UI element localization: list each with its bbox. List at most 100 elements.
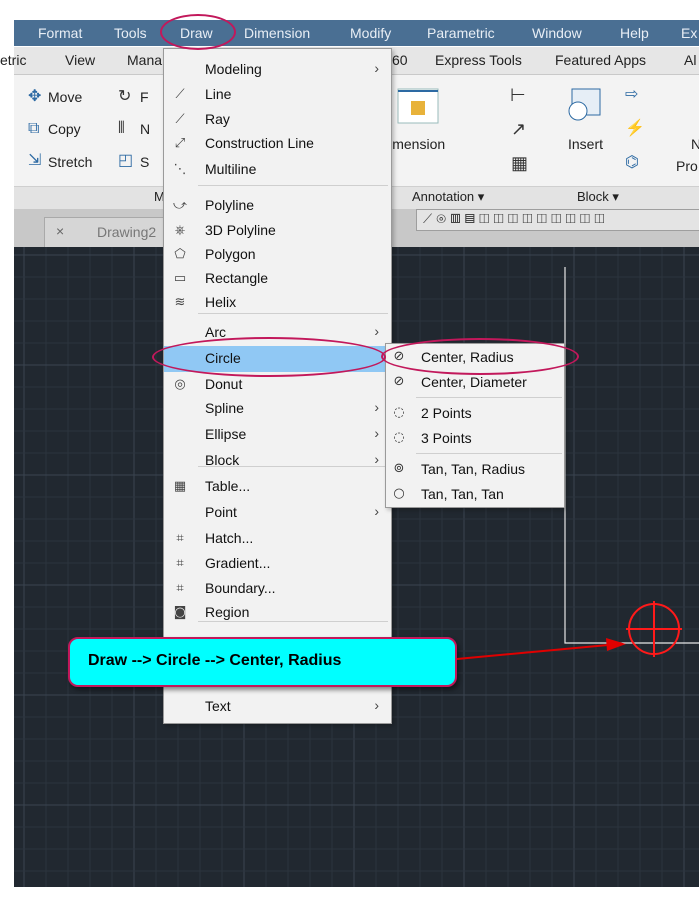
circle-option-tan-tan-radius[interactable]: ⊚ Tan, Tan, Radius	[386, 458, 564, 482]
edit-block-icon[interactable]: ⚡	[625, 121, 645, 137]
stretch-button[interactable]: Stretch	[48, 154, 92, 170]
annotation-panel-label[interactable]: Annotation ▾	[412, 189, 484, 205]
menu-modify[interactable]: Modify	[350, 20, 391, 46]
circle-option-label: Tan, Tan, Radius	[421, 461, 526, 477]
create-block-icon[interactable]: ⇨	[625, 87, 638, 103]
draw-menu-label: Region	[205, 604, 250, 620]
drawing-tab-label: Drawing2	[97, 224, 157, 240]
center-radius-highlight-ring	[381, 338, 579, 375]
submenu-arrow-icon: ›	[374, 503, 379, 519]
move-button[interactable]: Move	[48, 89, 82, 105]
tab-view[interactable]: View	[65, 47, 95, 74]
draw-menu-item-polyline[interactable]: ⤻ Polyline	[164, 193, 391, 219]
draw-menu-item-ray[interactable]: ⟋ Ray	[164, 107, 391, 133]
polyline-icon: ⤻	[173, 198, 187, 213]
move-icon: ✥	[28, 88, 42, 105]
draw-menu-label: Modeling	[205, 61, 262, 77]
menu-window[interactable]: Window	[532, 20, 582, 46]
circle-option-tan-tan-tan[interactable]: ○ Tan, Tan, Tan	[386, 483, 564, 507]
draw-menu-label: Gradient...	[205, 555, 271, 571]
draw-menu-label: Ellipse	[205, 426, 247, 442]
scale-icon: ◰	[118, 152, 134, 169]
draw-menu-label: Spline	[205, 400, 244, 416]
boundary-icon: ⌗	[176, 581, 184, 596]
insert-button[interactable]: Insert	[568, 136, 603, 152]
draw-menu-item-3d-polyline[interactable]: ⎈ 3D Polyline	[164, 218, 391, 244]
draw-menu-item-modeling[interactable]: Modeling ›	[164, 57, 391, 83]
draw-menu-label: Polyline	[205, 197, 255, 213]
circle-option-icon: ⊚	[393, 461, 405, 476]
menu-tools[interactable]: Tools	[114, 20, 147, 46]
menu-help[interactable]: Help	[620, 20, 649, 46]
menu-separator	[198, 185, 388, 186]
draw-menu-item-point[interactable]: Point ›	[164, 500, 391, 526]
submenu-arrow-icon: ›	[374, 60, 379, 76]
menu-dimension[interactable]: Dimension	[244, 20, 310, 46]
draw-menu-item-construction-line[interactable]: ⤢ Construction Line	[164, 131, 391, 157]
draw-menu-item-spline[interactable]: Spline ›	[164, 396, 391, 422]
menu-separator	[198, 466, 388, 467]
scale-label[interactable]: S	[140, 154, 149, 170]
tab-360[interactable]: 60	[392, 47, 408, 74]
menu-separator	[198, 621, 388, 622]
3d-polyline-icon: ⎈	[174, 223, 186, 238]
submenu-separator	[416, 397, 562, 398]
properties-label-top[interactable]: N	[691, 136, 699, 152]
view-toolbar: ⟋⊚▥▤◫◫◫◫◫◫◫◫◫	[416, 209, 699, 231]
insert-icon	[568, 88, 601, 121]
helix-icon: ≋	[174, 295, 186, 310]
circle-highlight-ring	[152, 337, 386, 377]
tab-manage[interactable]: Mana	[127, 47, 162, 74]
submenu-separator	[416, 453, 562, 454]
mirror-label[interactable]: N	[140, 121, 150, 137]
draw-menu-item-boundary[interactable]: ⌗ Boundary...	[164, 576, 391, 602]
draw-menu-item-block[interactable]: Block ›	[164, 448, 391, 474]
tab-parametric[interactable]: etric	[0, 47, 26, 74]
draw-menu-label: Line	[205, 86, 232, 102]
circle-option-label: Tan, Tan, Tan	[421, 486, 504, 502]
draw-menu-item-region[interactable]: ◙ Region	[164, 600, 391, 626]
circle-option-icon: ◌	[393, 405, 405, 420]
close-tab-icon[interactable]: ×	[56, 223, 64, 239]
draw-menu-item-table[interactable]: ▦ Table...	[164, 474, 391, 500]
drawn-polyline[interactable]	[564, 267, 699, 644]
draw-menu-item-line[interactable]: ⟋ Line	[164, 82, 391, 108]
copy-button[interactable]: Copy	[48, 121, 81, 137]
menu-parametric[interactable]: Parametric	[427, 20, 495, 46]
submenu-arrow-icon: ›	[374, 697, 379, 713]
block-panel-label[interactable]: Block ▾	[577, 189, 619, 205]
draw-menu-item-text[interactable]: Text ›	[164, 694, 391, 720]
draw-menu-label: Text	[205, 698, 231, 714]
tab-a360[interactable]: Al	[684, 47, 696, 74]
linear-dim-icon[interactable]: ⊢	[510, 86, 526, 104]
fillet-label[interactable]: F	[140, 89, 149, 105]
draw-menu-item-multiline[interactable]: ⋱ Multiline	[164, 157, 391, 183]
tab-express-tools[interactable]: Express Tools	[435, 47, 522, 74]
multiline-icon: ⋱	[173, 162, 187, 177]
properties-label[interactable]: Pro	[676, 158, 698, 174]
mirror-icon: ⫴	[118, 120, 125, 137]
draw-menu-item-rectangle[interactable]: ▭ Rectangle	[164, 266, 391, 292]
leader-icon[interactable]: ↗	[511, 120, 526, 138]
draw-menu-label: Rectangle	[205, 270, 269, 286]
tab-featured-apps[interactable]: Featured Apps	[555, 47, 646, 74]
draw-menu-label: Donut	[205, 376, 243, 392]
circle-option-2-points[interactable]: ◌ 2 Points	[386, 402, 564, 426]
draw-menu-item-ellipse[interactable]: Ellipse ›	[164, 422, 391, 448]
draw-menu-item-polygon[interactable]: ⬠ Polygon	[164, 242, 391, 268]
view-toolbar-icons[interactable]: ⟋⊚▥▤◫◫◫◫◫◫◫◫◫	[423, 211, 609, 227]
draw-menu-item-hatch[interactable]: ⌗ Hatch...	[164, 526, 391, 552]
draw-menu-item-gradient[interactable]: ⌗ Gradient...	[164, 551, 391, 577]
region-icon: ◙	[173, 605, 187, 620]
submenu-arrow-icon: ›	[374, 399, 379, 415]
attribute-icon[interactable]: ⌬	[625, 155, 639, 171]
menu-express[interactable]: Ex	[681, 20, 697, 46]
circle-option-3-points[interactable]: ◌ 3 Points	[386, 427, 564, 451]
menu-format[interactable]: Format	[38, 20, 82, 46]
submenu-arrow-icon: ›	[374, 425, 379, 441]
ray-icon: ⟋	[175, 112, 185, 127]
draw-menu-label: Construction Line	[205, 135, 314, 151]
table-icon[interactable]: ▦	[511, 154, 528, 172]
draw-menu-label: Point	[205, 504, 237, 520]
circle-option-label: Center, Diameter	[421, 374, 527, 390]
